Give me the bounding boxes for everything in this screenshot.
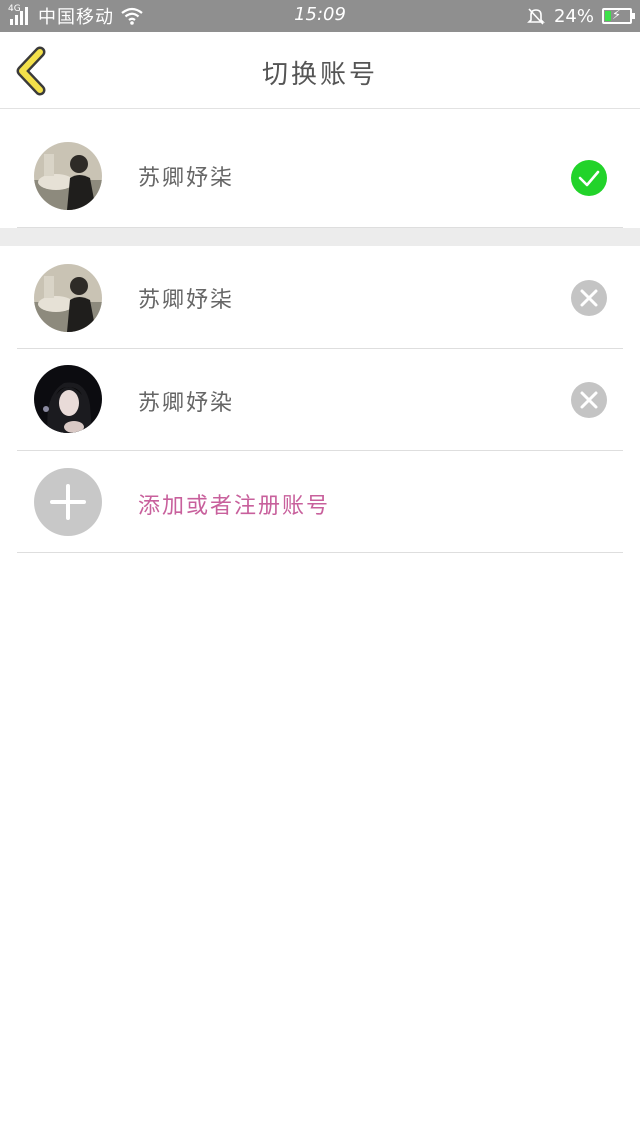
status-bar: 4G 中国移动 15:09 24% ⚡ <box>0 0 640 32</box>
avatar <box>34 264 102 332</box>
add-account-label[interactable]: 添加或者注册账号 <box>138 488 330 520</box>
remove-account-button[interactable] <box>571 382 607 418</box>
add-account-row[interactable]: 添加或者注册账号 <box>0 451 640 553</box>
row-divider <box>17 552 623 553</box>
account-name: 苏卿妤染 <box>138 391 235 416</box>
header-bar: 切换账号 <box>0 32 640 109</box>
battery-percent: 24% <box>553 5 594 27</box>
current-account-row[interactable]: 苏卿妤柒 <box>0 110 640 228</box>
battery-charging-icon: ⚡ <box>602 8 635 24</box>
account-name: 苏卿妤柒 <box>138 288 235 313</box>
account-row[interactable]: 苏卿妤染 <box>0 349 640 451</box>
selected-check-button[interactable] <box>571 160 607 196</box>
account-name: 苏卿妤柒 <box>138 166 235 191</box>
avatar <box>34 142 102 210</box>
check-icon <box>578 170 600 187</box>
account-row[interactable]: 苏卿妤柒 <box>0 247 640 349</box>
section-divider <box>0 228 640 246</box>
remove-account-button[interactable] <box>571 280 607 316</box>
add-account-button[interactable] <box>34 468 102 536</box>
plus-icon <box>50 484 86 520</box>
page-title: 切换账号 <box>261 60 378 90</box>
remove-icon <box>580 289 598 307</box>
avatar <box>34 365 102 433</box>
remove-icon <box>580 391 598 409</box>
bell-muted-icon <box>527 8 545 25</box>
status-right: 24% ⚡ <box>526 4 635 28</box>
